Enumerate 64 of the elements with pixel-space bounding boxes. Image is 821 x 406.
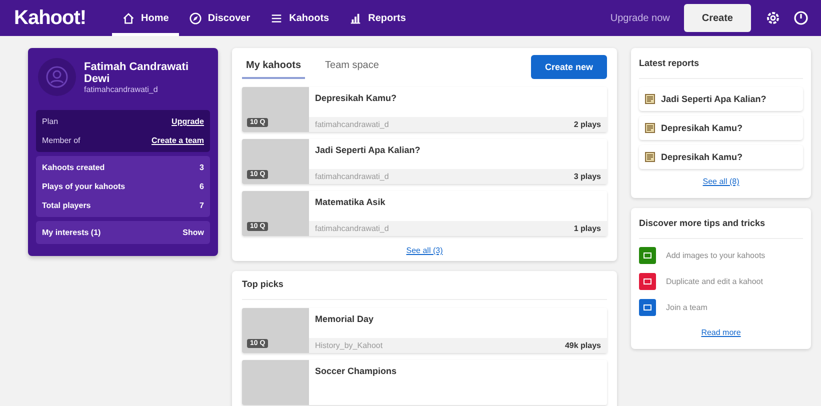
stat-label: Plays of your kahoots — [42, 182, 126, 191]
account-label: Plan — [42, 117, 58, 126]
kahoot-title: Memorial Day — [314, 313, 375, 324]
play-count: 1 plays — [574, 224, 601, 233]
report-item[interactable]: Jadi Seperti Apa Kalian? — [639, 87, 803, 111]
create-new-button[interactable]: Create new — [530, 54, 607, 78]
report-title: Jadi Seperti Apa Kalian? — [661, 94, 766, 104]
card-title: Latest reports — [639, 58, 803, 79]
play-count: 2 plays — [574, 120, 601, 129]
tip-link[interactable]: Join a team — [666, 303, 708, 312]
account-label: Member of — [42, 136, 80, 145]
account-link[interactable]: Create a team — [152, 136, 204, 145]
tab[interactable]: My kahoots — [242, 54, 306, 79]
stat-value: 3 — [200, 163, 204, 172]
avatar-icon — [38, 58, 76, 96]
card-title: Discover more tips and tricks — [639, 218, 803, 239]
compass-icon — [188, 12, 202, 24]
list-icon — [270, 12, 284, 24]
profile-username: fatimahcandrawati_d — [84, 84, 159, 94]
power-icon[interactable] — [793, 10, 809, 26]
report-item[interactable]: Depresikah Kamu? — [639, 145, 803, 169]
tip-link[interactable]: Duplicate and edit a kahoot — [666, 277, 763, 286]
stat-value: 6 — [200, 182, 204, 191]
settings-icon[interactable] — [765, 10, 781, 26]
profile-name: Fatimah Candrawati Dewi — [84, 60, 190, 84]
show-link[interactable]: Show — [182, 228, 204, 237]
play-count: 3 plays — [574, 172, 601, 181]
report-item[interactable]: Depresikah Kamu? — [639, 116, 803, 140]
report-title: Depresikah Kamu? — [661, 152, 743, 162]
nav-tab[interactable]: Reports — [339, 0, 416, 36]
home-icon — [122, 12, 136, 24]
bar-chart-icon — [349, 12, 362, 24]
nav-tab[interactable]: Discover — [178, 0, 260, 36]
stat-value: 7 — [200, 201, 204, 210]
tab[interactable]: Team space — [321, 54, 383, 79]
read-more-link[interactable]: Read more — [701, 328, 741, 337]
nav-tab[interactable]: Kahoots — [260, 0, 340, 36]
kahoot-author: fatimahcandrawati_d — [315, 172, 389, 181]
kahoot-author: History_by_Kahoot — [315, 341, 383, 350]
kahoot-title: Depresikah Kamu? — [314, 92, 398, 103]
account-link[interactable]: Upgrade — [172, 117, 204, 126]
kahoot-title: Matematika Asik — [314, 196, 386, 207]
stat-label: Total players — [42, 201, 91, 210]
play-count: 49k plays — [564, 341, 601, 350]
interests-label: My interests (1) — [42, 228, 101, 237]
report-icon — [645, 94, 655, 104]
stat-label: Kahoots created — [42, 163, 105, 172]
report-icon — [645, 123, 655, 133]
tip-link[interactable]: Add images to your kahoots — [666, 251, 766, 260]
kahoot-author: fatimahcandrawati_d — [315, 224, 389, 233]
see-all-link[interactable]: See all (3) — [406, 246, 443, 255]
see-all-link[interactable]: See all (8) — [702, 177, 740, 186]
upgrade-link[interactable]: Upgrade now — [610, 12, 670, 24]
nav-tab[interactable]: Home — [112, 0, 179, 36]
kahoot-logo[interactable]: Kahoot! — [14, 6, 86, 30]
report-icon — [645, 152, 655, 162]
create-button[interactable]: Create — [684, 4, 751, 32]
thumbnail — [242, 360, 309, 405]
report-title: Depresikah Kamu? — [661, 123, 743, 133]
kahoot-card[interactable]: Soccer Champions — [242, 360, 607, 405]
kahoot-title: Soccer Champions — [314, 365, 398, 376]
kahoot-author: fatimahcandrawati_d — [315, 120, 389, 129]
kahoot-title: Jadi Seperti Apa Kalian? — [314, 144, 422, 155]
card-title: Top picks — [242, 279, 607, 300]
